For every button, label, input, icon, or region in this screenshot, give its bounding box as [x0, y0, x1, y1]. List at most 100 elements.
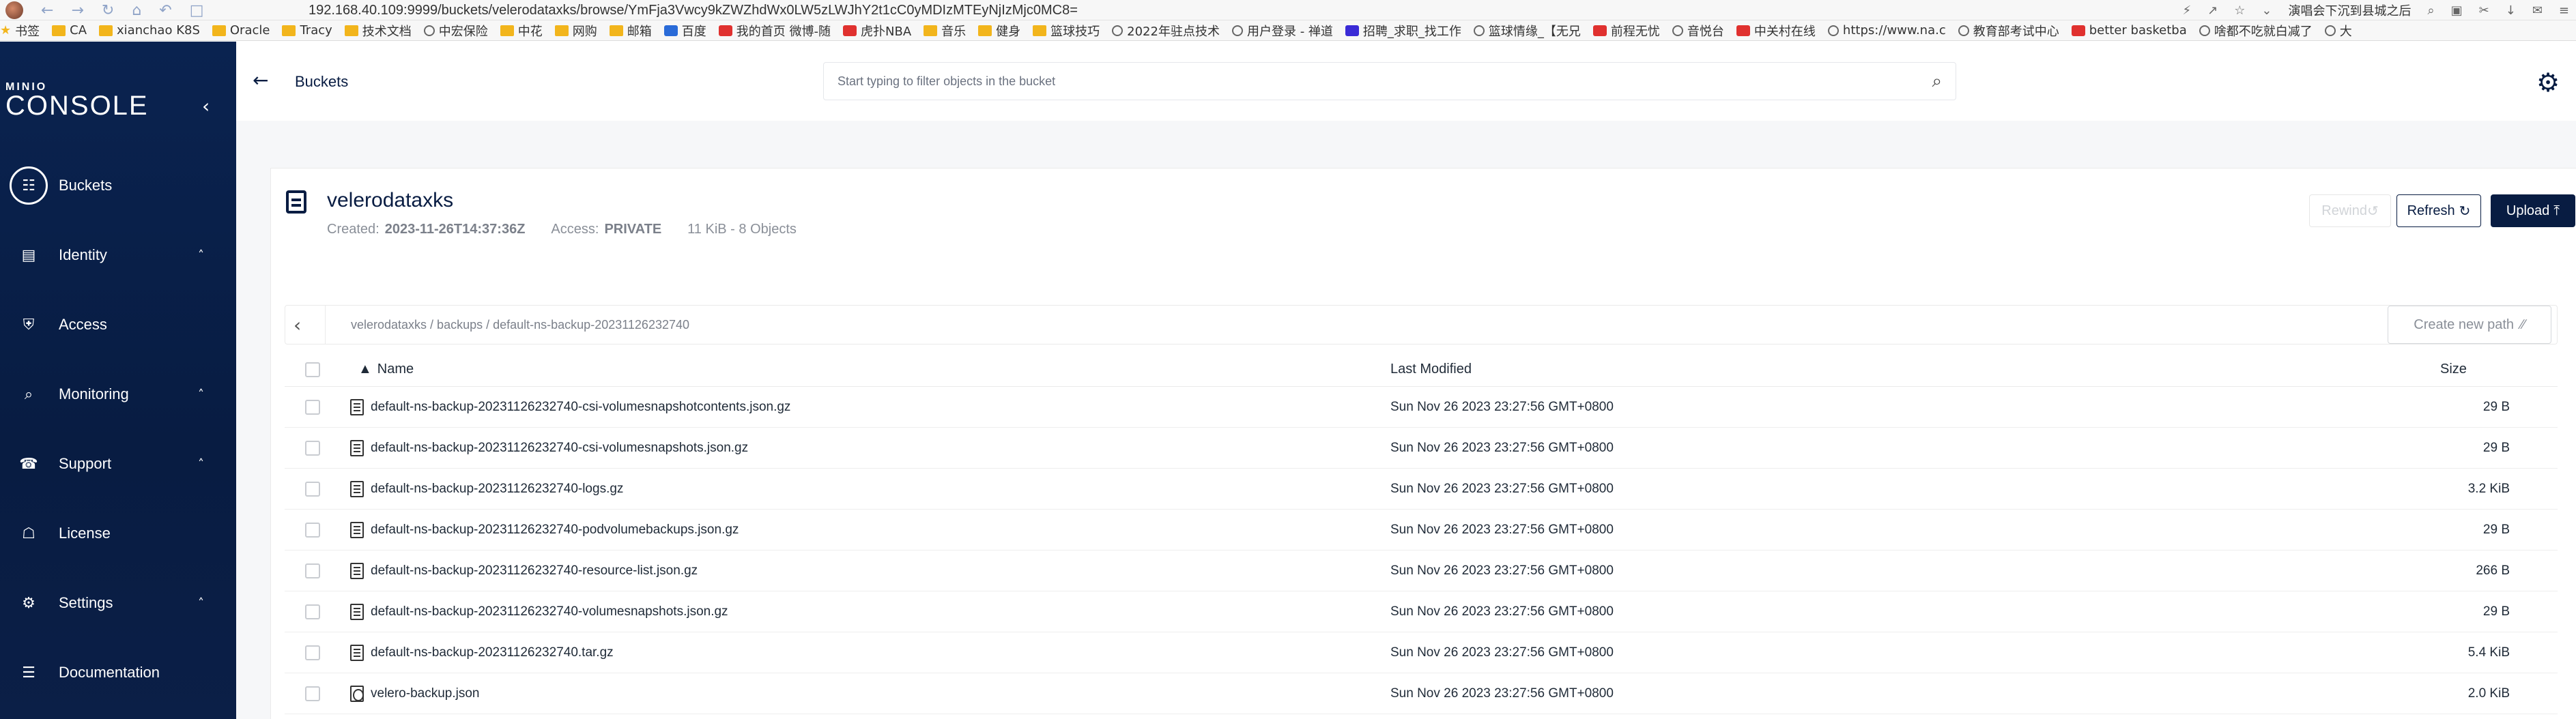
lightning-icon[interactable]: ⚡	[2183, 3, 2192, 18]
bookmark-item[interactable]: https://www.na.c	[1827, 23, 1946, 38]
row-checkbox[interactable]	[305, 563, 320, 578]
hot-search-text[interactable]: 演唱会下沉到县城之后	[2289, 1, 2412, 19]
sidebar-item-monitoring[interactable]: ⌕ Monitoring ˄	[0, 360, 236, 429]
object-name[interactable]: default-ns-backup-20231126232740-csi-vol…	[371, 400, 790, 415]
table-row[interactable]: default-ns-backup-20231126232740-volumes…	[285, 591, 2558, 632]
bookmark-item[interactable]: 音悦台	[1672, 22, 1724, 40]
bookmark-item[interactable]: 招聘_求职_找工作	[1345, 22, 1461, 40]
search-input[interactable]	[838, 71, 1902, 91]
row-checkbox[interactable]	[305, 604, 320, 619]
address-bar[interactable]: 192.168.40.109:9999/buckets/velerodataxk…	[309, 0, 1078, 20]
bookmark-item[interactable]: 网购	[554, 22, 597, 40]
table-row[interactable]: default-ns-backup-20231126232740.tar.gz S…	[285, 632, 2558, 673]
bookmark-item[interactable]: Oracle	[212, 23, 270, 38]
profile-avatar[interactable]	[5, 1, 23, 19]
bookmark-item[interactable]: ★ 书签	[0, 22, 40, 40]
minio-logo[interactable]: MINIO CONSOLE	[5, 81, 149, 119]
row-checkbox[interactable]	[305, 481, 320, 497]
create-new-path-button[interactable]: Create new path ∕∕	[2388, 306, 2551, 344]
dropdown-icon[interactable]: ⌄	[2261, 3, 2272, 18]
bookmark-item[interactable]: 用户登录 - 禅道	[1231, 22, 1333, 40]
chevron-up-icon[interactable]: ˄	[198, 387, 204, 402]
search-icon[interactable]: ⌕	[1932, 71, 1942, 92]
sidebar-item-license[interactable]: ☖ License	[0, 499, 236, 568]
bookmark-item[interactable]: 啥都不吃就白减了	[2199, 22, 2313, 40]
bookmark-star-icon[interactable]: ☆	[2234, 3, 2245, 18]
size-column-header[interactable]: Size	[2440, 362, 2467, 377]
sidebar-item-documentation[interactable]: ☰ Documentation	[0, 638, 236, 707]
bookmark-item[interactable]: 篮球技巧	[1033, 22, 1100, 40]
table-row[interactable]: default-ns-backup-20231126232740-logs.gz…	[285, 469, 2558, 510]
bookmark-item[interactable]: 大	[2324, 22, 2352, 40]
object-name[interactable]: default-ns-backup-20231126232740.tar.gz	[371, 645, 614, 660]
bookmark-item[interactable]: CA	[52, 23, 87, 38]
path-back-icon[interactable]: ‹	[294, 314, 301, 336]
bookmark-item[interactable]: 虎扑NBA	[843, 22, 911, 40]
table-row[interactable]: default-ns-backup-20231126232740-podvolu…	[285, 510, 2558, 551]
settings-gear-icon[interactable]: ⚙	[2536, 68, 2560, 98]
search-icon[interactable]: ⌕	[2428, 3, 2435, 18]
bookmark-item[interactable]: 技术文档	[344, 22, 412, 40]
refresh-button[interactable]: Refresh ↻	[2396, 194, 2481, 227]
chevron-up-icon[interactable]: ˄	[198, 457, 204, 471]
menu-icon[interactable]: ≡	[2559, 3, 2569, 18]
back-icon[interactable]: ←	[41, 2, 53, 19]
bookmark-item[interactable]: 中宏保险	[423, 22, 488, 40]
bookmark-item[interactable]: 我的首页 微博-随	[718, 22, 831, 40]
collapse-sidebar-icon[interactable]: ‹	[202, 95, 210, 117]
object-name[interactable]: default-ns-backup-20231126232740-logs.gz	[371, 482, 623, 497]
bookmark-item[interactable]: 音乐	[924, 22, 966, 40]
home-icon[interactable]: ⌂	[132, 2, 141, 19]
object-name[interactable]: default-ns-backup-20231126232740-csi-vol…	[371, 441, 748, 456]
bookmark-item[interactable]: 健身	[978, 22, 1020, 40]
bookmark-item[interactable]: 教育部考试中心	[1958, 22, 2059, 40]
undo-icon[interactable]: ↶	[159, 2, 171, 19]
bookmark-item[interactable]: xianchao K8S	[99, 23, 200, 38]
object-name[interactable]: default-ns-backup-20231126232740-volumes…	[371, 604, 728, 619]
sidebar-item-identity[interactable]: ▤ Identity ˄	[0, 220, 236, 290]
name-column-header[interactable]: ▲ Name	[358, 362, 414, 377]
sidebar-item-access[interactable]: ⛨ Access	[0, 290, 236, 360]
cut-icon[interactable]: ✂	[2479, 3, 2489, 18]
bookmark-item[interactable]: Tracy	[282, 23, 332, 38]
table-row[interactable]: default-ns-backup-20231126232740-resourc…	[285, 551, 2558, 591]
download-icon[interactable]: ↓	[2506, 3, 2516, 18]
forward-icon[interactable]: →	[71, 2, 83, 19]
extension-icon[interactable]: ▣	[2451, 3, 2463, 18]
mail-icon[interactable]: ✉	[2532, 3, 2543, 18]
object-name[interactable]: default-ns-backup-20231126232740-podvolu…	[371, 523, 739, 538]
row-checkbox[interactable]	[305, 686, 320, 701]
table-row[interactable]: default-ns-backup-20231126232740-csi-vol…	[285, 428, 2558, 469]
bookmark-item[interactable]: 中花	[500, 22, 543, 40]
reader-icon[interactable]: □	[190, 2, 204, 19]
back-to-buckets-link[interactable]: Buckets	[295, 73, 348, 91]
reload-icon[interactable]: ↻	[102, 2, 114, 19]
row-checkbox[interactable]	[305, 645, 320, 660]
select-all-checkbox[interactable]	[305, 362, 320, 377]
upload-button[interactable]: Upload ⤒	[2491, 194, 2575, 227]
sidebar-item-support[interactable]: ☎ Support ˄	[0, 429, 236, 499]
rewind-button[interactable]: Rewind ↺	[2309, 194, 2391, 227]
bookmark-item[interactable]: 前程无忧	[1592, 22, 1660, 40]
share-icon[interactable]: ↗	[2207, 3, 2218, 18]
back-arrow-icon[interactable]: ←	[253, 69, 268, 91]
bookmark-item[interactable]: 中关村在线	[1736, 22, 1816, 40]
table-row[interactable]: default-ns-backup-20231126232740-csi-vol…	[285, 387, 2558, 428]
sidebar-item-settings[interactable]: ⚙ Settings ˄	[0, 568, 236, 638]
modified-column-header[interactable]: Last Modified	[1390, 362, 1472, 377]
breadcrumb-path[interactable]: velerodataxks / backups / default-ns-bac…	[351, 318, 689, 332]
bookmark-item[interactable]: 邮箱	[609, 22, 652, 40]
sidebar-item-buckets[interactable]: ☷ Buckets	[0, 151, 236, 220]
object-name[interactable]: default-ns-backup-20231126232740-resourc…	[371, 563, 698, 578]
bookmark-item[interactable]: 2022年驻点技术	[1112, 22, 1220, 40]
table-row[interactable]: velero-backup.json Sun Nov 26 2023 23:27:…	[285, 673, 2558, 714]
row-checkbox[interactable]	[305, 522, 320, 538]
object-name[interactable]: velero-backup.json	[371, 686, 479, 701]
chevron-up-icon[interactable]: ˄	[198, 596, 204, 611]
chevron-up-icon[interactable]: ˄	[198, 248, 204, 263]
row-checkbox[interactable]	[305, 399, 320, 415]
row-checkbox[interactable]	[305, 440, 320, 456]
bookmark-item[interactable]: 篮球情缘_【无兄	[1473, 22, 1581, 40]
bookmark-item[interactable]: 百度	[663, 22, 706, 40]
bookmark-item[interactable]: better basketba	[2071, 23, 2187, 38]
